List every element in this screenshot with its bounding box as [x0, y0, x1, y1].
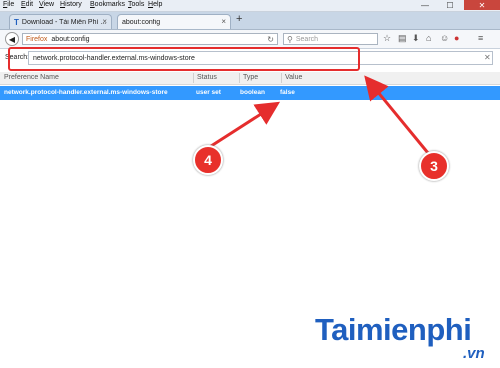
step-badge-4: 4 — [193, 145, 223, 175]
arrow-to-search — [364, 75, 430, 154]
step-badge-3: 3 — [419, 151, 449, 181]
watermark-text: Taimienphi — [315, 312, 472, 347]
arrow-to-value — [207, 101, 281, 150]
watermark-logo: Taimienphi .vn — [315, 312, 485, 362]
watermark-suffix: .vn — [463, 345, 485, 362]
